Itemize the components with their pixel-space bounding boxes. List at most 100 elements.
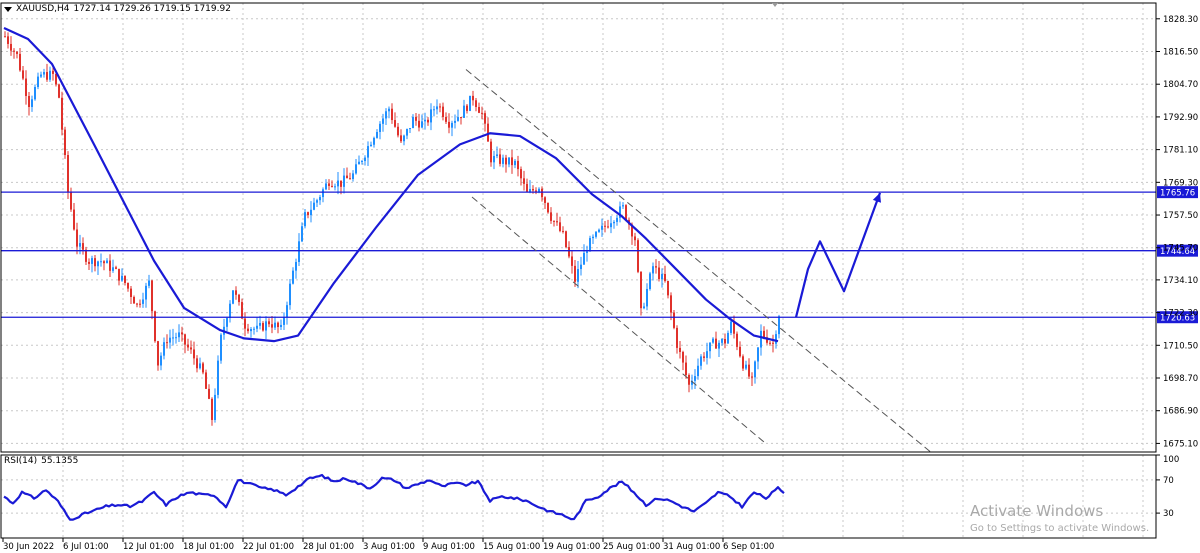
price-chart[interactable]: 1765.761744.641720.63 1828.301816.501804…	[0, 0, 1200, 553]
candle-body	[292, 270, 294, 284]
candle-body	[52, 70, 54, 74]
candle-body	[646, 288, 648, 307]
candle-body	[433, 109, 435, 111]
candle-body	[475, 100, 477, 108]
candle-body	[595, 231, 597, 237]
candle-body	[598, 229, 600, 232]
candle-body	[544, 197, 546, 203]
candle-body	[442, 106, 444, 118]
time-tick-label: 9 Aug 01:00	[423, 542, 475, 552]
candle-body	[523, 178, 525, 184]
candle-body	[670, 295, 672, 313]
candle-body	[727, 332, 729, 344]
candle-body	[454, 120, 456, 123]
candle-body	[592, 236, 594, 239]
candle-body	[532, 188, 534, 191]
candle-body	[457, 117, 459, 121]
candle-body	[250, 328, 252, 332]
price-tick-label: 1698.70	[1163, 374, 1198, 384]
candle-body	[559, 222, 561, 231]
candle-body	[496, 154, 498, 157]
candle-body	[466, 105, 468, 111]
candle-body	[49, 70, 51, 80]
watermark-title: Activate Windows	[970, 502, 1104, 520]
candle-body	[145, 285, 147, 300]
candle-body	[283, 317, 285, 325]
candle-body	[202, 363, 204, 373]
candle-body	[748, 364, 750, 377]
candle-body	[307, 212, 309, 216]
candle-body	[685, 362, 687, 376]
time-tick-label: 28 Jul 01:00	[303, 542, 354, 552]
level-price-label: 1765.76	[1160, 189, 1195, 199]
candle-body	[91, 258, 93, 264]
candle-body	[700, 356, 702, 366]
candle-body	[13, 50, 15, 52]
candle-body	[148, 280, 150, 286]
candle-body	[484, 113, 486, 124]
price-tick-label: 1769.30	[1163, 178, 1198, 188]
candle-body	[451, 122, 453, 128]
candle-body	[187, 344, 189, 348]
candle-body	[343, 175, 345, 187]
candle-body	[556, 221, 558, 223]
time-tick-label: 15 Aug 01:00	[483, 542, 540, 552]
candle	[232, 290, 234, 305]
rsi-header: RSI(14) 55.1355	[4, 456, 78, 466]
candle-body	[259, 323, 261, 326]
candle-body	[634, 236, 636, 241]
candle-body	[604, 225, 606, 227]
rsi-tick-label: 70	[1163, 476, 1174, 486]
candle-body	[238, 294, 240, 303]
candle-body	[508, 157, 510, 165]
candle-body	[64, 129, 66, 156]
candle-body	[106, 260, 108, 264]
candle-body	[247, 328, 249, 332]
candle-body	[385, 111, 387, 119]
rsi-tick-label: 100	[1163, 455, 1179, 465]
candle-body	[103, 261, 105, 264]
collapse-triangle-icon[interactable]	[4, 6, 12, 12]
candle	[589, 235, 591, 252]
price-tick-label: 1734.10	[1163, 276, 1198, 286]
candle-body	[412, 116, 414, 129]
time-tick-label: 31 Aug 01:00	[663, 542, 720, 552]
symbol-header: XAUUSD,H4 1727.14 1729.26 1719.15 1719.9…	[4, 4, 231, 14]
candle-body	[424, 119, 426, 122]
candle-body	[538, 188, 540, 192]
candle-body	[562, 230, 564, 232]
candle-body	[310, 209, 312, 216]
candle-body	[400, 135, 402, 142]
price-tick-label: 1757.50	[1163, 211, 1198, 221]
candle	[637, 238, 639, 274]
candle-body	[121, 275, 123, 281]
candle-body	[295, 261, 297, 271]
candle	[61, 91, 63, 136]
candle-body	[637, 240, 639, 272]
candle-body	[346, 175, 348, 179]
time-tick-label: 3 Aug 01:00	[363, 542, 415, 552]
candle-body	[55, 73, 57, 85]
candle-body	[520, 169, 522, 179]
candle-body	[7, 36, 9, 44]
candle-body	[211, 398, 213, 420]
candle-body	[265, 321, 267, 331]
candle-body	[394, 120, 396, 127]
candle-body	[181, 332, 183, 335]
candle-body	[616, 217, 618, 222]
candle-body	[601, 225, 603, 230]
candle-body	[226, 318, 228, 327]
candle-body	[331, 185, 333, 187]
candle-body	[79, 243, 81, 247]
candle	[205, 369, 207, 390]
candle-body	[718, 342, 720, 349]
candle	[202, 361, 204, 375]
candle	[565, 230, 567, 249]
price-tick-label: 1781.10	[1163, 146, 1198, 156]
candle-body	[715, 338, 717, 349]
candle-body	[622, 205, 624, 207]
candle-body	[448, 121, 450, 128]
candle-body	[40, 74, 42, 77]
candle-body	[85, 249, 87, 262]
candle-body	[676, 327, 678, 348]
